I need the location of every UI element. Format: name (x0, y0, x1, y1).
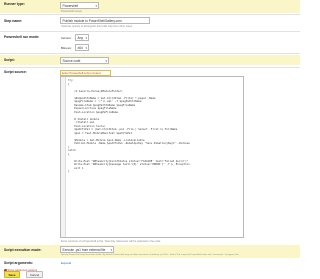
save-button[interactable]: Save (4, 271, 20, 278)
execution-mode-label: Script execution mode: (4, 248, 42, 252)
step-name-input[interactable]: Publish module to PowerShellGallery.com (60, 17, 150, 24)
chevron-down-icon: ▾ (85, 46, 87, 50)
chevron-down-icon: ▾ (105, 59, 107, 63)
divider (0, 31, 300, 32)
script-select[interactable]: Source code ▾ (60, 57, 109, 64)
divider (0, 53, 300, 54)
bitness-select[interactable]: x64 ▾ (75, 44, 89, 51)
expand-link[interactable]: Expand (61, 261, 71, 265)
bitness-value: x64 (77, 46, 83, 50)
chevron-down-icon: ▾ (95, 4, 97, 8)
script-source-hint: Enter contents of a Powershell script. T… (61, 240, 162, 243)
version-select[interactable]: Any ▾ (75, 34, 89, 41)
step-name-hint: Optional, specify to distinguish this bu… (61, 25, 133, 28)
code-line: } (68, 170, 70, 173)
chevron-down-icon: ▾ (110, 248, 112, 252)
execution-mode-hint: Specify Powershell script execution mode… (61, 254, 240, 256)
runner-type-hint: Powershell runner (61, 9, 82, 13)
execution-mode-select[interactable]: Execute .ps1 from external file ▾ (60, 246, 114, 253)
editor-gutter (61, 77, 66, 237)
version-value: Any (77, 36, 84, 40)
script-source-label: Script source: (4, 70, 27, 74)
script-arguments-label: Script arguments: (4, 261, 34, 265)
runner-type-value: Powershell (62, 4, 79, 8)
divider (0, 14, 300, 15)
script-value: Source code (62, 59, 81, 63)
chevron-down-icon: ▾ (85, 36, 87, 40)
version-label: Version: (61, 36, 72, 40)
script-editor[interactable]: try{ cd $source.Parse($ModuleFolder) $Ps… (60, 76, 244, 238)
runner-type-label: Runner type: (4, 2, 25, 6)
runner-type-select[interactable]: Powershell ▾ (60, 2, 99, 9)
step-name-label: Step name: (4, 19, 23, 23)
step-name-value: Publish module to PowerShellGallery.com (62, 19, 122, 23)
bitness-label: Bitness: (61, 46, 72, 50)
execution-mode-row (0, 245, 300, 258)
script-label: Script: (4, 58, 15, 62)
execution-mode-value: Execute .ps1 from external file (62, 248, 106, 252)
run-mode-label: Powershell run mode: (4, 35, 40, 39)
divider (0, 67, 300, 68)
script-code: try{ cd $source.Parse($ModuleFolder) $Ps… (68, 79, 241, 174)
script-row (0, 55, 300, 65)
cancel-button[interactable]: Cancel (26, 271, 43, 278)
runner-type-row (0, 0, 300, 13)
